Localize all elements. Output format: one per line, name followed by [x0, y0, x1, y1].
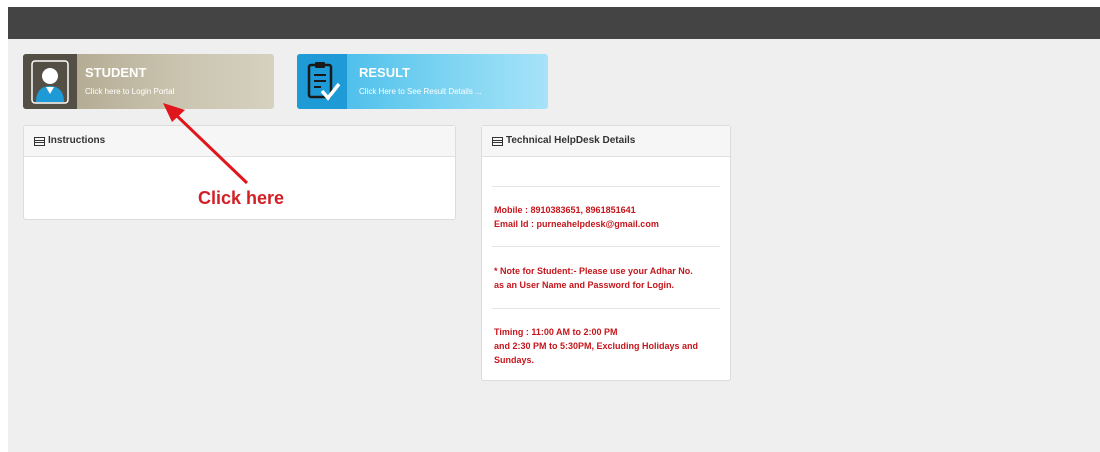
- helpdesk-note-line2: as an User Name and Password for Login.: [494, 280, 675, 290]
- result-tile-subtitle: Click Here to See Result Details ...: [359, 87, 482, 96]
- list-icon: [492, 137, 503, 146]
- top-bar: [8, 7, 1100, 39]
- student-tile-subtitle: Click here to Login Portal: [85, 87, 175, 96]
- helpdesk-panel: Technical HelpDesk Details Mobile : 8910…: [481, 125, 731, 381]
- instructions-title: Instructions: [48, 135, 106, 146]
- divider: [492, 186, 720, 187]
- result-tile[interactable]: RESULT Click Here to See Result Details …: [297, 54, 548, 109]
- helpdesk-title: Technical HelpDesk Details: [506, 135, 636, 146]
- helpdesk-note-line1: * Note for Student:- Please use your Adh…: [494, 266, 693, 276]
- helpdesk-timing-line2: and 2:30 PM to 5:30PM, Excluding Holiday…: [494, 341, 699, 351]
- helpdesk-timing-line3: Sundays.: [494, 355, 535, 365]
- helpdesk-mobile: Mobile : 8910383651, 8961851641: [494, 205, 636, 215]
- divider: [492, 246, 720, 247]
- annotation-arrow: [163, 103, 249, 185]
- helpdesk-timing-line1: Timing : 11:00 AM to 2:00 PM: [494, 327, 618, 337]
- click-here-annotation: Click here: [198, 188, 285, 208]
- list-icon: [34, 137, 45, 146]
- result-tile-title: RESULT: [359, 65, 411, 80]
- clipboard-check-icon: [297, 54, 347, 109]
- helpdesk-panel-header: Technical HelpDesk Details: [482, 126, 730, 157]
- student-tile-title: STUDENT: [85, 65, 147, 80]
- user-icon: [23, 54, 77, 109]
- helpdesk-email: Email Id : purneahelpdesk@gmail.com: [494, 219, 659, 229]
- divider: [492, 308, 720, 309]
